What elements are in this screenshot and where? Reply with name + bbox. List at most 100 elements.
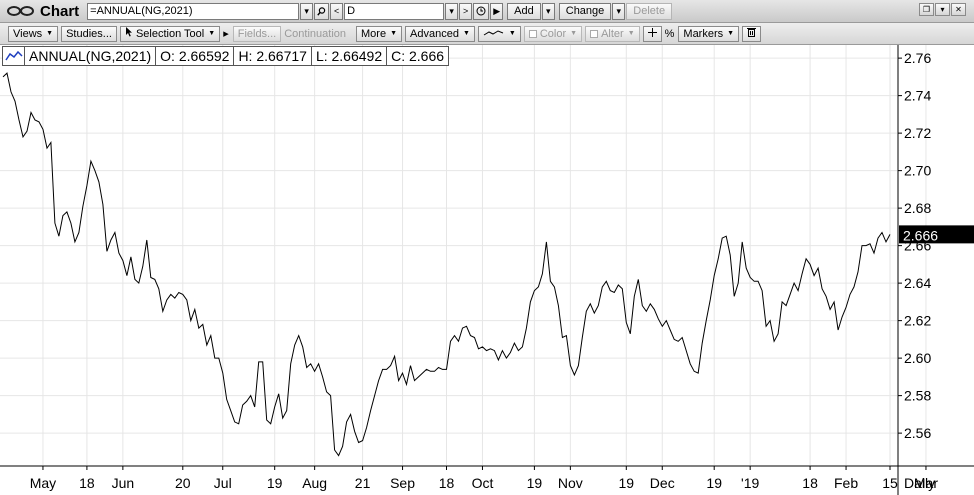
x-tick-label: 19: [619, 475, 635, 491]
chevron-down-icon: ▼: [570, 30, 578, 37]
y-tick-label: 2.60: [904, 350, 931, 366]
price-chart[interactable]: 2.562.582.602.622.642.662.682.702.722.74…: [0, 45, 974, 495]
last-price-marker: 2.666: [899, 225, 974, 244]
more-label: More: [361, 27, 387, 40]
legend-low: L: 2.66492: [312, 47, 388, 65]
chain-link-icon: [2, 1, 40, 21]
percent-toggle[interactable]: %: [665, 28, 675, 40]
arrow-right-icon[interactable]: ▸: [223, 27, 229, 40]
more-button[interactable]: More ▼: [356, 25, 403, 42]
advanced-label: Advanced: [410, 27, 459, 40]
advanced-button[interactable]: Advanced ▼: [405, 25, 475, 42]
restore-icon[interactable]: ❐: [919, 3, 934, 16]
legend-symbol: ANNUAL(NG,2021): [25, 47, 157, 65]
color-button[interactable]: Color ▼: [523, 25, 583, 42]
window-title: Chart: [40, 2, 80, 20]
x-tick-label: Jun: [112, 475, 135, 491]
alter-button[interactable]: Alter ▼: [585, 25, 640, 42]
interval-dropdown-icon[interactable]: ▾: [445, 2, 459, 20]
continuation-label[interactable]: Continuation: [284, 28, 346, 40]
y-tick-label: 2.70: [904, 163, 931, 179]
last-price-label: 2.666: [903, 227, 938, 243]
color-swatch-icon: [528, 29, 537, 38]
studies-button[interactable]: Studies...: [61, 25, 117, 42]
delete-button[interactable]: Delete: [626, 2, 673, 20]
y-tick-label: 2.72: [904, 125, 931, 141]
x-tick-label: 21: [355, 475, 371, 491]
x-tick-label: 18: [802, 475, 818, 491]
legend-close: C: 2.666: [391, 48, 445, 64]
window-controls: ❐ ▾ ✕: [919, 3, 966, 16]
trash-button[interactable]: [742, 25, 762, 42]
x-tick-label: May: [30, 475, 56, 491]
chevron-down-icon: ▼: [46, 30, 54, 37]
title-bar: Chart ▾ < ▾ > ▶ Add ▾ Change ▾ Delete ❐ …: [0, 0, 974, 23]
chevron-down-icon: ▼: [390, 30, 398, 37]
change-button[interactable]: Change: [558, 2, 612, 20]
x-tick-label: 19: [267, 475, 283, 491]
x-tick-label: 20: [175, 475, 191, 491]
trash-icon: [747, 27, 757, 40]
chart-legend[interactable]: ANNUAL(NG,2021) O: 2.66592 H: 2.66717 L:…: [2, 46, 450, 66]
views-button[interactable]: Views ▼: [8, 25, 59, 42]
x-tick-label: Feb: [834, 475, 858, 491]
add-dropdown-icon[interactable]: ▾: [541, 2, 555, 20]
x-tick-label: Oct: [472, 475, 494, 491]
y-tick-label: 2.76: [904, 50, 931, 66]
x-tick-label: 18: [79, 475, 95, 491]
x-tick-label: 19: [527, 475, 543, 491]
y-tick-label: 2.68: [904, 200, 931, 216]
close-icon[interactable]: ✕: [951, 3, 966, 16]
interval-back-icon[interactable]: <: [330, 2, 344, 20]
series-icon: [3, 47, 25, 65]
x-tick-label: Dec: [650, 475, 675, 491]
chevron-down-icon: ▼: [508, 30, 516, 37]
chart-toolbar: Views ▼ Studies... Selection Tool ▼ ▸ Fiel…: [0, 23, 974, 45]
symbol-dropdown-icon[interactable]: ▾: [300, 2, 314, 20]
y-tick-label: 2.74: [904, 88, 931, 104]
x-tick-label: Aug: [302, 475, 327, 491]
x-tick-label: '19: [741, 475, 759, 491]
x-tick-label: 19: [706, 475, 722, 491]
minimize-icon[interactable]: ▾: [935, 3, 950, 16]
alter-label: Alter: [601, 27, 624, 40]
symbol-input[interactable]: [87, 2, 300, 20]
cursor-icon: [125, 27, 133, 40]
alter-swatch-icon: [590, 29, 599, 38]
chevron-down-icon: ▼: [627, 30, 635, 37]
chevron-down-icon: ▼: [462, 30, 470, 37]
y-tick-label: 2.58: [904, 388, 931, 404]
line-style-icon: [483, 28, 505, 40]
y-tick-label: 2.56: [904, 425, 931, 441]
x-tick-label: 15: [882, 475, 898, 491]
y-tick-label: 2.64: [904, 275, 931, 291]
x-axis-ticks: May 18 Jun 20 Jul 19 Aug 21 Sep 18 Oct 19 Nov 19 Dec 19…: [30, 466, 938, 491]
change-dropdown-icon[interactable]: ▾: [612, 2, 626, 20]
x-tick-label: Jul: [214, 475, 232, 491]
legend-open: O: 2.66592: [156, 47, 235, 65]
crosshair-button[interactable]: [642, 25, 662, 42]
x-tick-label: Sep: [390, 475, 415, 491]
chevron-down-icon: ▼: [727, 30, 735, 37]
interval-forward-icon[interactable]: >: [459, 2, 473, 20]
search-icon[interactable]: [314, 2, 330, 20]
clock-icon[interactable]: [473, 2, 490, 20]
fields-button[interactable]: Fields...: [232, 25, 282, 42]
color-label: Color: [539, 27, 567, 40]
selection-tool-label: Selection Tool: [135, 27, 205, 40]
play-icon[interactable]: ▶: [490, 2, 504, 20]
interval-input[interactable]: [344, 2, 445, 20]
views-label: Views: [13, 27, 43, 40]
line-style-button[interactable]: ▼: [477, 25, 521, 42]
markers-label: Markers: [683, 27, 724, 40]
y-tick-label: 2.62: [904, 313, 931, 329]
add-button[interactable]: Add: [507, 2, 541, 20]
chevron-down-icon: ▼: [208, 30, 216, 37]
legend-high: H: 2.66717: [234, 47, 312, 65]
crosshair-icon: [647, 27, 657, 40]
x-period-label: Daily: [904, 475, 935, 491]
selection-tool-button[interactable]: Selection Tool ▼: [119, 25, 221, 42]
markers-button[interactable]: Markers ▼: [678, 25, 740, 42]
x-tick-label: Nov: [558, 475, 583, 491]
chart-grid: [0, 45, 927, 465]
